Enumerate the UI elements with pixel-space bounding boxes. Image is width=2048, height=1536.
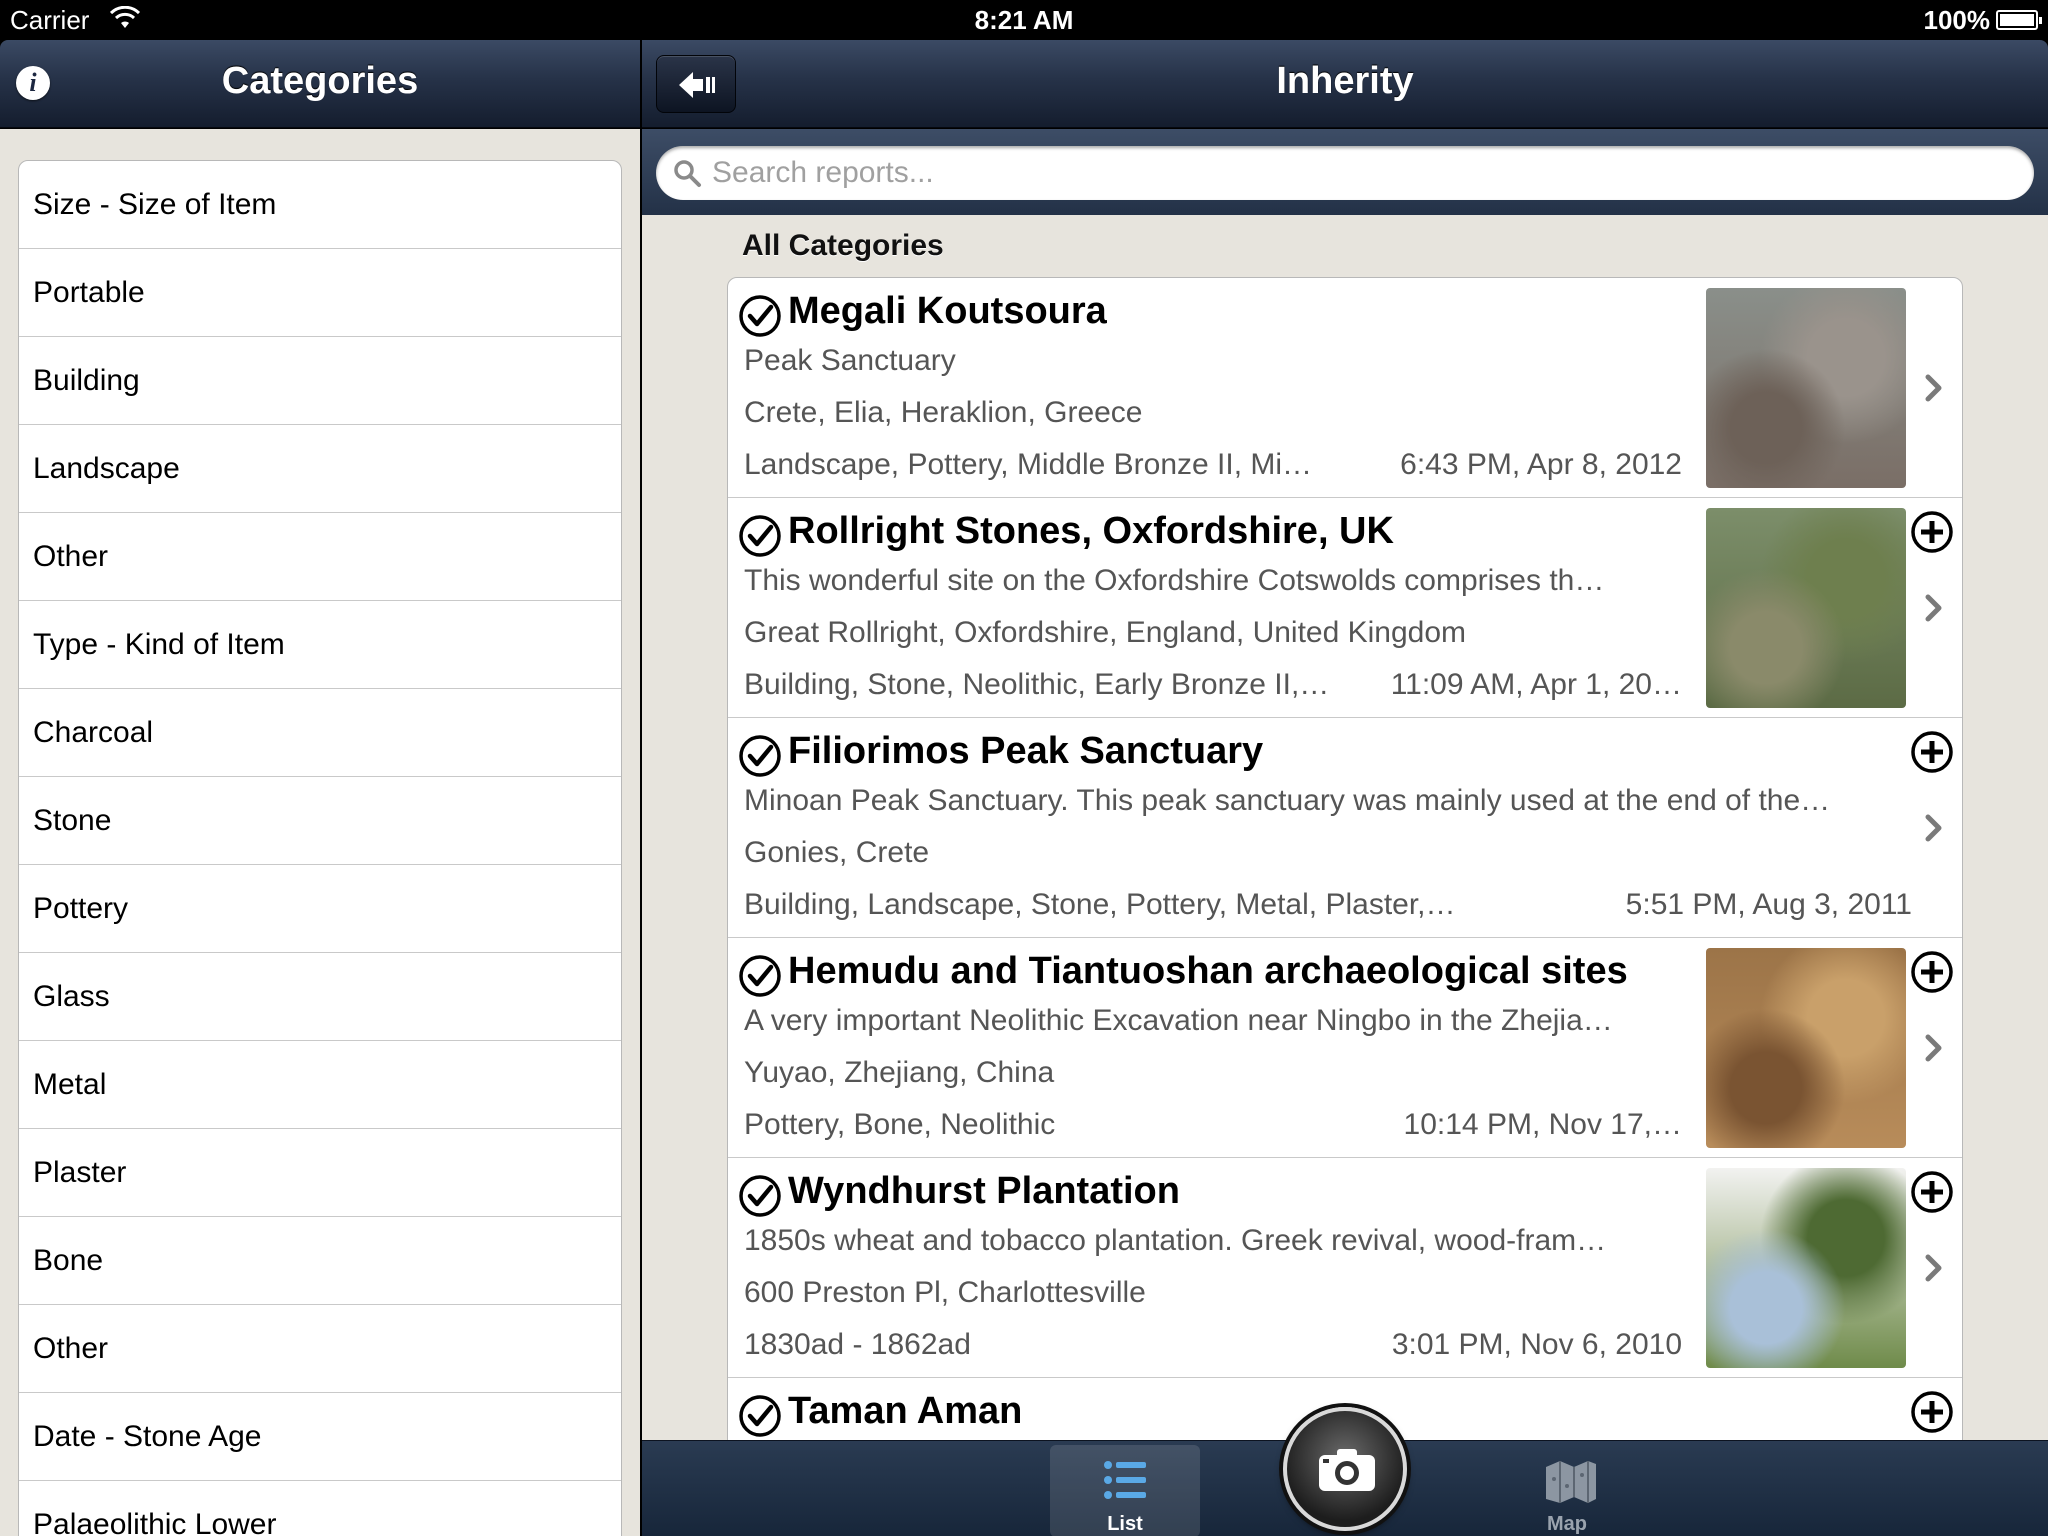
report-description: This wonderful site on the Oxfordshire C…: [744, 564, 1605, 597]
report-date: 11:09 AM, Apr 1, 20…: [1390, 668, 1682, 701]
reports-content: All Categories Megali Koutsoura Peak Sanc…: [642, 215, 2048, 1440]
category-item[interactable]: Bone: [19, 1217, 621, 1305]
tab-list[interactable]: List: [1050, 1445, 1200, 1536]
category-item[interactable]: Landscape: [19, 425, 621, 513]
check-icon[interactable]: [738, 954, 782, 998]
tab-list-label: List: [1107, 1513, 1143, 1535]
report-date: 6:43 PM, Apr 8, 2012: [1400, 448, 1682, 481]
tab-map-label: Map: [1547, 1513, 1587, 1535]
report-date: 10:14 PM, Nov 17,…: [1403, 1108, 1682, 1141]
list-icon: [1104, 1461, 1146, 1499]
report-row[interactable]: Megali Koutsoura Peak Sanctuary Crete, Eli…: [728, 278, 1962, 498]
chevron-right-icon: [1925, 814, 1942, 842]
tab-map[interactable]: Map: [1492, 1445, 1642, 1536]
chevron-right-icon: [1925, 1254, 1942, 1282]
report-title: Rollright Stones, Oxfordshire, UK: [788, 510, 1394, 552]
chevron-right-icon: [1925, 374, 1942, 402]
check-icon[interactable]: [738, 514, 782, 558]
battery-percent: 100%: [1923, 5, 1991, 35]
report-location: Great Rollright, Oxfordshire, England, U…: [744, 616, 1467, 649]
search-icon: [674, 160, 701, 187]
category-item[interactable]: Portable: [19, 249, 621, 337]
category-item[interactable]: Metal: [19, 1041, 621, 1129]
report-description: 1850s wheat and tobacco plantation. Gree…: [744, 1224, 1607, 1257]
report-title: Wyndhurst Plantation: [788, 1170, 1180, 1212]
category-item[interactable]: Size - Size of Item: [19, 161, 621, 249]
categories-title: Categories: [221, 60, 419, 102]
section-header: All Categories: [742, 229, 944, 262]
report-date: 3:01 PM, Nov 6, 2010: [1391, 1328, 1682, 1361]
report-location: 600 Preston Pl, Charlottesville: [744, 1276, 1146, 1309]
check-icon[interactable]: [738, 734, 782, 778]
category-item[interactable]: Plaster: [19, 1129, 621, 1217]
report-thumbnail: [1706, 288, 1906, 488]
clock: 8:21 AM: [974, 5, 1074, 35]
report-tags: Landscape, Pottery, Middle Bronze II, Mi…: [744, 448, 1313, 481]
report-title: Megali Koutsoura: [788, 290, 1107, 332]
camera-icon: [1319, 1449, 1375, 1491]
report-row[interactable]: Filiorimos Peak Sanctuary Minoan Peak San…: [728, 718, 1962, 938]
app-title: Inherity: [1276, 60, 1414, 102]
report-description: Minoan Peak Sanctuary. This peak sanctua…: [744, 784, 1831, 817]
category-item[interactable]: Charcoal: [19, 689, 621, 777]
map-icon: [1546, 1461, 1596, 1503]
search-bar: [642, 129, 2048, 215]
categories-nav-bar: i Categories: [0, 40, 640, 128]
categories-list: Size - Size of Item Portable Building Lands…: [18, 160, 622, 1536]
category-item[interactable]: Pottery: [19, 865, 621, 953]
report-tags: 1830ad - 1862ad: [744, 1328, 971, 1361]
category-item[interactable]: Glass: [19, 953, 621, 1041]
chevron-right-icon: [1925, 1034, 1942, 1062]
category-item[interactable]: Building: [19, 337, 621, 425]
report-thumbnail: [1706, 948, 1906, 1148]
check-icon[interactable]: [738, 294, 782, 338]
chevron-right-icon: [1925, 594, 1942, 622]
report-title: Filiorimos Peak Sanctuary: [788, 730, 1264, 772]
report-date: 5:51 PM, Aug 3, 2011: [1625, 888, 1912, 921]
add-icon[interactable]: [1910, 1390, 1954, 1434]
category-item[interactable]: Date - Stone Age: [19, 1393, 621, 1481]
add-icon[interactable]: [1910, 1170, 1954, 1214]
add-icon[interactable]: [1910, 730, 1954, 774]
report-location: Crete, Elia, Heraklion, Greece: [744, 396, 1143, 429]
report-title: Hemudu and Tiantuoshan archaeological si…: [788, 950, 1628, 992]
reports-list: Megali Koutsoura Peak Sanctuary Crete, Eli…: [727, 277, 1963, 1440]
report-row[interactable]: Wyndhurst Plantation 1850s wheat and toba…: [728, 1158, 1962, 1378]
main-nav-bar: Inherity: [642, 40, 2048, 128]
add-icon[interactable]: [1910, 950, 1954, 994]
report-row[interactable]: Rollright Stones, Oxfordshire, UK This wo…: [728, 498, 1962, 718]
add-icon[interactable]: [1910, 510, 1954, 554]
category-item[interactable]: Other: [19, 1305, 621, 1393]
check-icon[interactable]: [738, 1174, 782, 1218]
report-thumbnail: [1706, 508, 1906, 708]
battery-icon: [1996, 10, 2042, 30]
category-item[interactable]: Palaeolithic Lower: [19, 1481, 621, 1536]
report-title: Taman Aman: [788, 1390, 1023, 1432]
category-item[interactable]: Stone: [19, 777, 621, 865]
category-item[interactable]: Other: [19, 513, 621, 601]
search-field[interactable]: [656, 146, 2034, 200]
status-bar: Carrier 8:21 AM 100%: [0, 0, 2048, 40]
search-input[interactable]: [712, 152, 2012, 194]
report-thumbnail: [1706, 1168, 1906, 1368]
report-description: Peak Sanctuary: [744, 344, 956, 377]
report-location: Gonies, Crete: [744, 836, 930, 869]
check-icon[interactable]: [738, 1394, 782, 1438]
report-row[interactable]: Hemudu and Tiantuoshan archaeological si…: [728, 938, 1962, 1158]
report-location: Yuyao, Zhejiang, China: [744, 1056, 1055, 1089]
report-description: A very important Neolithic Excavation ne…: [744, 1004, 1613, 1037]
report-tags: Building, Stone, Neolithic, Early Bronze…: [744, 668, 1330, 701]
report-tags: Pottery, Bone, Neolithic: [744, 1108, 1056, 1141]
camera-button[interactable]: [1283, 1407, 1407, 1531]
category-item[interactable]: Type - Kind of Item: [19, 601, 621, 689]
categories-pane: Size - Size of Item Portable Building Lands…: [0, 129, 640, 1536]
report-tags: Building, Landscape, Stone, Pottery, Met…: [744, 888, 1456, 921]
